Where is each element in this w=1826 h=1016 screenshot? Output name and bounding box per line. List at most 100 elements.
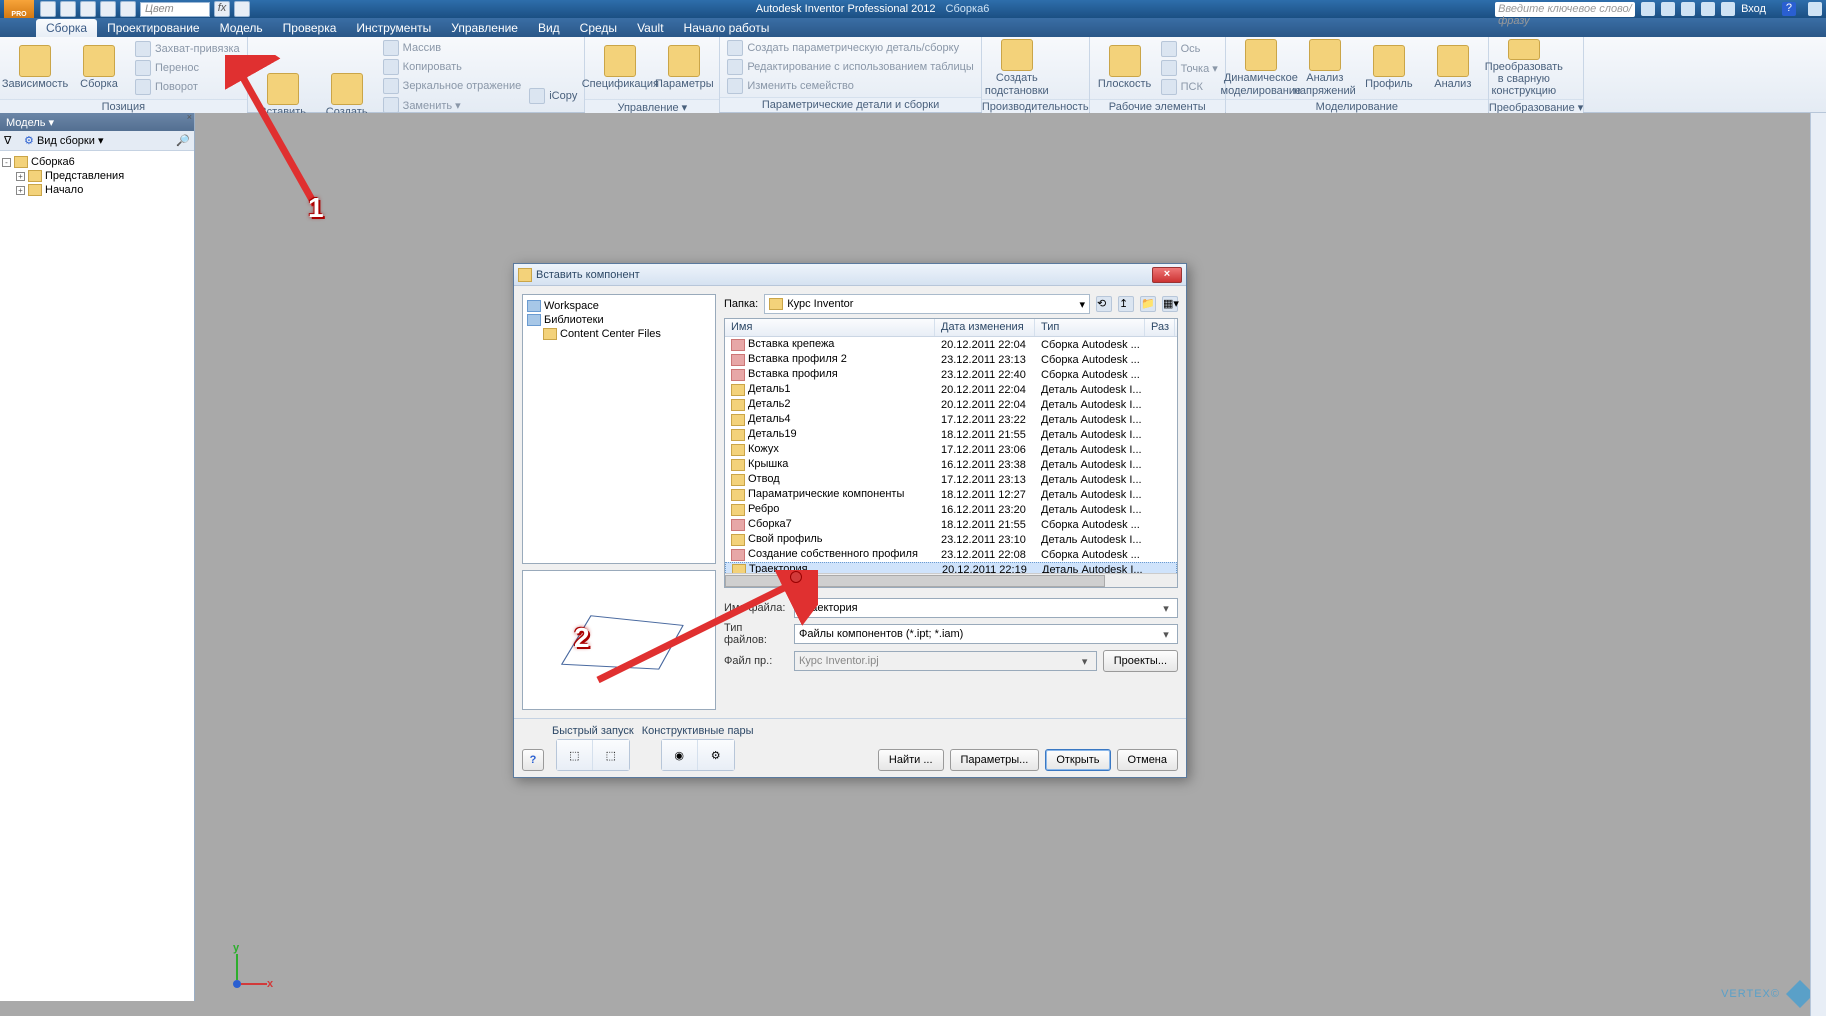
tree-node[interactable]: +Представления [2,169,192,183]
file-row[interactable]: Деталь1918.12.2011 21:55Деталь Autodesk … [725,427,1177,442]
tree-node[interactable]: +Начало [2,183,192,197]
file-row[interactable]: Отвод17.12.2011 23:13Деталь Autodesk I..… [725,472,1177,487]
ribbon-button-sm[interactable]: Перенос [132,59,243,77]
filter-icon[interactable]: ∇ [4,134,18,148]
ribbon-button[interactable]: Анализ напряжений [1294,39,1356,97]
ribbon-button-sm[interactable]: Копировать [380,58,525,76]
qat-open-icon[interactable] [60,1,76,17]
cancel-button[interactable]: Отмена [1117,749,1178,771]
qat-more-icon[interactable] [234,1,250,17]
dialog-help-icon[interactable]: ? [522,749,544,771]
col-size[interactable]: Раз [1145,319,1175,336]
ribbon-button[interactable]: Сборка [68,39,130,97]
file-row[interactable]: Вставка профиля23.12.2011 22:40Сборка Au… [725,367,1177,382]
qat-new-icon[interactable] [40,1,56,17]
ribbon-button-sm[interactable]: Заменить ▾ [380,96,525,114]
qat-undo-icon[interactable] [100,1,116,17]
ribbon-button-sm[interactable]: Создать параметрическую деталь/сборку [724,39,976,57]
file-row[interactable]: Вставка профиля 223.12.2011 23:13Сборка … [725,352,1177,367]
ribbon-button[interactable]: Параметры [653,39,715,97]
location-node[interactable]: Content Center Files [527,327,711,341]
file-list[interactable]: Имя Дата изменения Тип Раз Вставка крепе… [724,318,1178,588]
qat-fx-icon[interactable]: fx [214,1,230,17]
back-icon[interactable]: ⟲ [1096,296,1112,312]
folder-combo[interactable]: Курс Inventor▾ [764,294,1090,314]
subscription-icon[interactable] [1661,2,1675,16]
menu-Модель[interactable]: Модель [210,19,273,37]
find-button[interactable]: Найти ... [878,749,944,771]
filename-input[interactable]: Траектория▾ [794,598,1178,618]
ribbon-button-sm[interactable]: Поворот [132,78,243,96]
ribbon-button[interactable]: Профиль [1358,39,1420,97]
model-panel-header[interactable]: Модель ▾ [0,113,194,131]
ribbon-button-sm[interactable]: Массив [380,39,525,57]
search-input[interactable]: Введите ключевое слово/фразу [1495,2,1635,17]
file-row[interactable]: Кожух17.12.2011 23:06Деталь Autodesk I..… [725,442,1177,457]
search-icon[interactable] [1641,2,1655,16]
file-row[interactable]: Создание собственного профиля23.12.2011 … [725,547,1177,562]
menu-Инструменты[interactable]: Инструменты [346,19,441,37]
params-button[interactable]: Параметры... [950,749,1040,771]
file-row[interactable]: Деталь120.12.2011 22:04Деталь Autodesk I… [725,382,1177,397]
dialog-titlebar[interactable]: Вставить компонент × [514,264,1186,286]
menu-Управление[interactable]: Управление [441,19,528,37]
quick-btn-1[interactable]: ⬚ [557,740,593,770]
newfolder-icon[interactable]: 📁 [1140,296,1156,312]
tree-node[interactable]: -Сборка6 [2,155,192,169]
ribbon-button-sm[interactable]: Ось [1158,40,1221,58]
location-node[interactable]: Workspace [527,299,711,313]
projects-button[interactable]: Проекты... [1103,650,1178,672]
pairs-btn-2[interactable]: ⚙ [698,740,734,770]
minimize-icon[interactable] [1808,2,1822,16]
file-row[interactable]: Сборка718.12.2011 21:55Сборка Autodesk .… [725,517,1177,532]
file-row[interactable]: Параматрические компоненты18.12.2011 12:… [725,487,1177,502]
file-row[interactable]: Деталь220.12.2011 22:04Деталь Autodesk I… [725,397,1177,412]
help-icon[interactable]: ? [1782,2,1796,16]
quick-btn-2[interactable]: ⬚ [593,740,629,770]
signin-link[interactable]: Вход [1741,3,1766,15]
ribbon-button-sm[interactable]: Зеркальное отражение [380,77,525,95]
views-icon[interactable]: ▦▾ [1162,296,1178,312]
pairs-btn-1[interactable]: ◉ [662,740,698,770]
menu-Сборка[interactable]: Сборка [36,19,97,37]
view-mode-select[interactable]: ⚙ Вид сборки ▾ [24,134,103,147]
ribbon-button-sm[interactable]: Точка ▾ [1158,59,1221,77]
ribbon-button-sm[interactable]: ПСК [1158,78,1221,96]
location-tree[interactable]: WorkspaceБиблиотекиContent Center Files [522,294,716,564]
col-date[interactable]: Дата изменения [935,319,1035,336]
qat-redo-icon[interactable] [120,1,136,17]
close-icon[interactable]: × [1152,267,1182,283]
menu-Проверка[interactable]: Проверка [273,19,347,37]
col-type[interactable]: Тип [1035,319,1145,336]
panel-close-icon[interactable]: × [187,112,192,122]
location-node[interactable]: Библиотеки [527,313,711,327]
menu-Среды[interactable]: Среды [570,19,627,37]
menu-Начало работы[interactable]: Начало работы [674,19,780,37]
up-icon[interactable]: ↥ [1118,296,1134,312]
file-row[interactable]: Вставка крепежа20.12.2011 22:04Сборка Au… [725,337,1177,352]
exchange-icon[interactable] [1681,2,1695,16]
col-name[interactable]: Имя [725,319,935,336]
qat-save-icon[interactable] [80,1,96,17]
ribbon-button[interactable]: Динамическое моделирование [1230,39,1292,97]
menu-Вид[interactable]: Вид [528,19,570,37]
filetype-select[interactable]: Файлы компонентов (*.ipt; *.iam)▾ [794,624,1178,644]
app-logo[interactable]: PRO [4,0,34,18]
file-row[interactable]: Свой профиль23.12.2011 23:10Деталь Autod… [725,532,1177,547]
user-icon[interactable] [1721,2,1735,16]
favorite-icon[interactable] [1701,2,1715,16]
ribbon-button[interactable]: Преобразовать в сварную конструкцию [1493,39,1555,97]
file-row[interactable]: Деталь417.12.2011 23:22Деталь Autodesk I… [725,412,1177,427]
ribbon-button[interactable]: Создать подстановки [986,39,1048,97]
ribbon-button-sm[interactable]: Захват-привязка [132,40,243,58]
ribbon-button-sm[interactable]: Изменить семейство [724,77,976,95]
file-row[interactable]: Ребро16.12.2011 23:20Деталь Autodesk I..… [725,502,1177,517]
ribbon-button-sm[interactable]: Редактирование с использованием таблицы [724,58,976,76]
file-row[interactable]: Крышка16.12.2011 23:38Деталь Autodesk I.… [725,457,1177,472]
ribbon-button-sm[interactable]: iCopy [526,87,580,105]
menu-Vault[interactable]: Vault [627,19,673,37]
ribbon-button[interactable]: Зависимость [4,39,66,97]
ribbon-button[interactable]: Спецификация [589,39,651,97]
ribbon-button[interactable]: Анализ [1422,39,1484,97]
file-list-header[interactable]: Имя Дата изменения Тип Раз [725,319,1177,337]
